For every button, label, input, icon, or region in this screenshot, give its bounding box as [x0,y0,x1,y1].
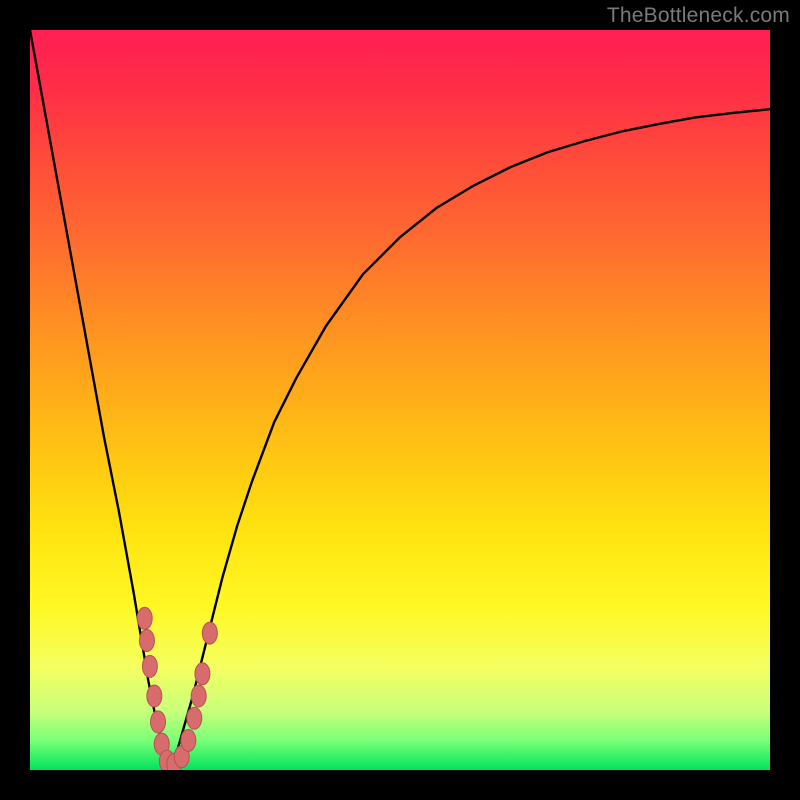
chart-stage: TheBottleneck.com [0,0,800,800]
bottleneck-curve [30,30,770,770]
sample-point [202,622,217,644]
sample-point [187,707,202,729]
sample-point [147,685,162,707]
sample-points-group [137,607,217,770]
sample-point [137,607,152,629]
sample-point [181,729,196,751]
sample-point [195,663,210,685]
watermark-text: TheBottleneck.com [607,4,790,28]
sample-point [142,655,157,677]
sample-point [151,711,166,733]
chart-svg [30,30,770,770]
sample-point [191,685,206,707]
sample-point [139,630,154,652]
plot-area [30,30,770,770]
